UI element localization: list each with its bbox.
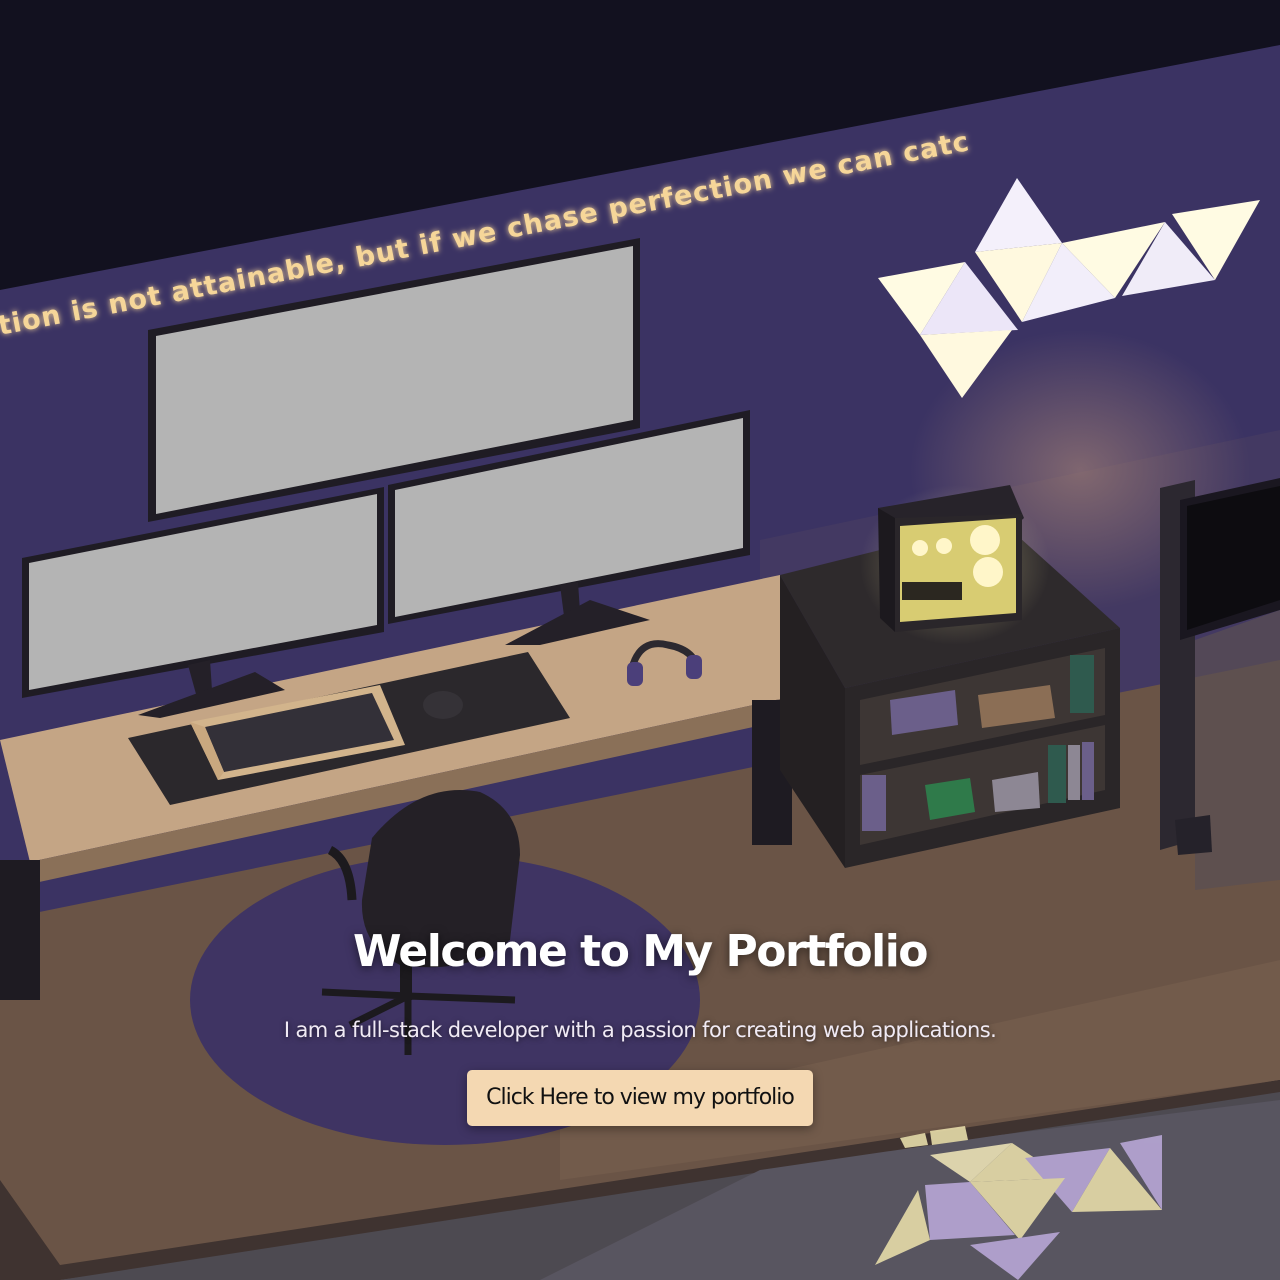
portfolio-landing: tion is not attainable, but if we chase … [0, 0, 1280, 1280]
hero-subtitle: I am a full-stack developer with a passi… [283, 1018, 997, 1042]
tv-stand [1160, 478, 1280, 890]
view-portfolio-button[interactable]: Click Here to view my portfolio [467, 1070, 813, 1126]
hero-title: Welcome to My Portfolio [352, 926, 929, 977]
mouse [423, 691, 463, 719]
pc-case [860, 485, 1050, 645]
